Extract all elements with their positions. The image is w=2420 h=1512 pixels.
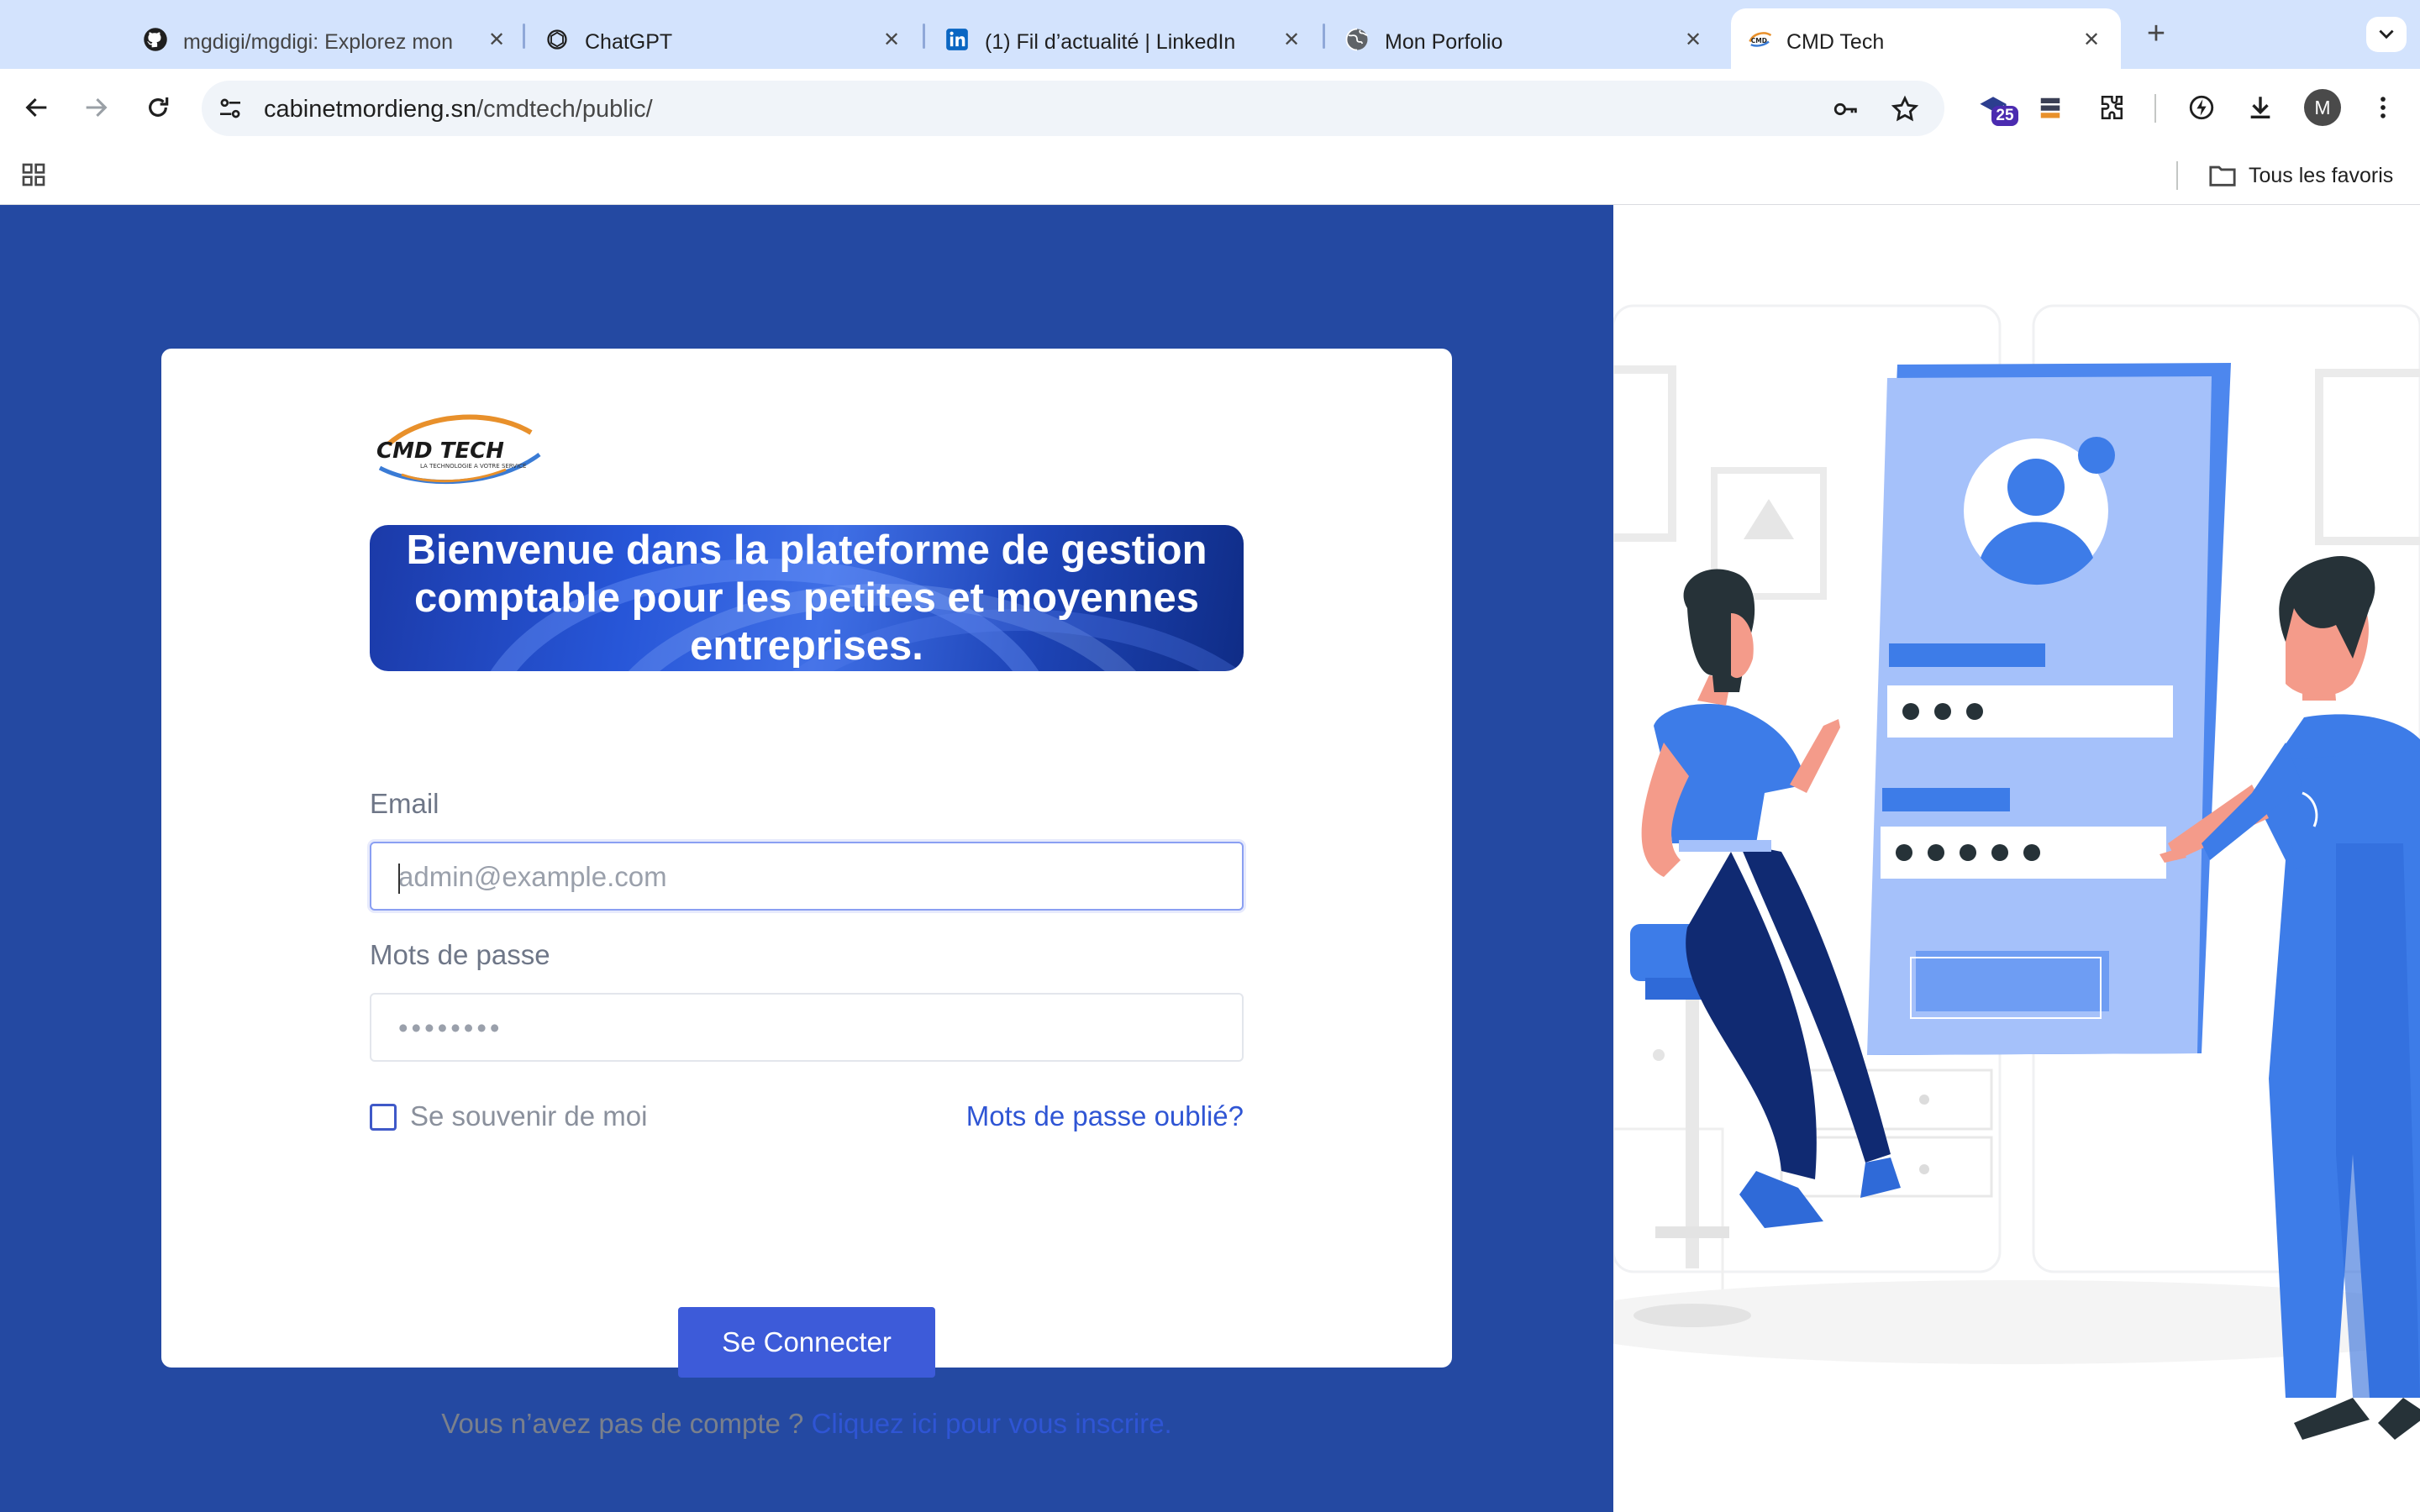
tab-title: mgdigi/mgdigi: Explorez mon: [183, 30, 453, 54]
profile-avatar[interactable]: M: [2304, 89, 2341, 126]
password-label: Mots de passe: [370, 939, 550, 970]
address-bar[interactable]: cabinetmordieng.sn/cmdtech/public/: [202, 81, 1944, 136]
cmd-tech-logo: CMD TECH LA TECHNOLOGIE A VOTRE SERVICE: [371, 409, 548, 490]
welcome-banner: Bienvenue dans la plateforme de gestion …: [370, 525, 1244, 671]
new-tab-button[interactable]: +: [2139, 17, 2173, 50]
all-bookmarks-label: Tous les favoris: [2249, 163, 2394, 187]
forgot-password-link[interactable]: Mots de passe oublié?: [966, 1100, 1244, 1132]
close-icon[interactable]: ✕: [2079, 27, 2104, 52]
tab-strip: mgdigi/mgdigi: Explorez mon ✕ ChatGPT ✕ …: [0, 0, 2420, 69]
close-icon[interactable]: ✕: [1279, 27, 1304, 52]
tab-linkedin[interactable]: (1) Fil d’actualité | LinkedIn ✕: [944, 8, 1304, 69]
github-icon: [143, 27, 168, 52]
download-icon[interactable]: [2240, 87, 2281, 128]
svg-text:LA TECHNOLOGIE A VOTRE SERVICE: LA TECHNOLOGIE A VOTRE SERVICE: [420, 463, 526, 470]
password-value: ••••••••: [398, 1012, 503, 1043]
chatgpt-icon: [544, 27, 570, 52]
tab-github[interactable]: mgdigi/mgdigi: Explorez mon ✕: [143, 8, 509, 69]
url-text[interactable]: cabinetmordieng.sn/cmdtech/public/: [264, 96, 653, 123]
bookmark-star-icon[interactable]: [1891, 95, 1919, 123]
email-label: Email: [370, 788, 439, 819]
email-field[interactable]: admin@example.com: [370, 842, 1244, 911]
svg-text:CMD: CMD: [1751, 37, 1767, 45]
tab-separator: [1323, 24, 1325, 49]
linkedin-icon: [944, 27, 970, 52]
tab-title: CMD Tech: [1786, 30, 1885, 54]
extension-graduation-icon[interactable]: 25: [1973, 87, 2018, 128]
kebab-menu-icon[interactable]: [2363, 87, 2403, 128]
tab-separator: [523, 24, 525, 49]
password-key-icon[interactable]: [1832, 95, 1860, 123]
login-button[interactable]: Se Connecter: [678, 1307, 935, 1378]
signup-link[interactable]: Cliquez ici pour vous inscrire.: [812, 1408, 1172, 1439]
extensions-puzzle-icon[interactable]: [2091, 87, 2131, 128]
tab-chatgpt[interactable]: ChatGPT ✕: [544, 8, 904, 69]
svg-text:CMD TECH: CMD TECH: [376, 438, 504, 464]
chevron-down-icon: [2379, 29, 2394, 39]
url-path: /cmdtech/public/: [476, 96, 653, 123]
performance-icon[interactable]: [2181, 87, 2222, 128]
tab-search-button[interactable]: [2366, 17, 2407, 52]
signup-prompt: Vous n’avez pas de compte ?: [441, 1408, 804, 1439]
arrow-left-icon: [25, 97, 47, 118]
all-bookmarks-button[interactable]: Tous les favoris: [2208, 160, 2393, 192]
password-field[interactable]: ••••••••: [370, 993, 1244, 1062]
close-icon[interactable]: ✕: [879, 27, 904, 52]
cmdtech-favicon: CMD: [1748, 27, 1773, 52]
close-icon[interactable]: ✕: [484, 27, 509, 52]
globe-icon: [1344, 27, 1370, 52]
browser-toolbar: cabinetmordieng.sn/cmdtech/public/ 25 M: [0, 69, 2420, 146]
reload-icon: [149, 97, 169, 117]
url-domain: cabinetmordieng.sn: [264, 96, 477, 123]
folder-icon: [2209, 165, 2236, 186]
site-settings-icon[interactable]: [217, 95, 244, 122]
page-content: CMD TECH LA TECHNOLOGIE A VOTRE SERVICE …: [0, 205, 2420, 1512]
bookmarks-divider: [2176, 161, 2178, 190]
remember-me-checkbox[interactable]: [370, 1104, 397, 1131]
extension-server-icon[interactable]: [2030, 87, 2070, 128]
back-button[interactable]: [17, 87, 57, 128]
tab-portfolio[interactable]: Mon Porfolio ✕: [1344, 8, 1706, 69]
email-placeholder: admin@example.com: [398, 861, 667, 892]
close-icon[interactable]: ✕: [1681, 27, 1706, 52]
login-panel: CMD TECH LA TECHNOLOGIE A VOTRE SERVICE …: [0, 205, 1613, 1512]
tab-title: ChatGPT: [585, 30, 673, 54]
tab-title: Mon Porfolio: [1385, 30, 1503, 54]
tab-separator: [923, 24, 925, 49]
extension-badge: 25: [1991, 106, 2018, 126]
tab-cmd-tech[interactable]: CMD CMD Tech ✕: [1731, 8, 2121, 69]
tab-title: (1) Fil d’actualité | LinkedIn: [985, 30, 1236, 54]
signup-line: Vous n’avez pas de compte ? Cliquez ici …: [161, 1408, 1452, 1440]
login-illustration: [1613, 205, 2420, 1512]
remember-me-label[interactable]: Se souvenir de moi: [410, 1100, 647, 1132]
bookmarks-bar: Tous les favoris: [0, 146, 2420, 205]
toolbar-divider: [2154, 94, 2156, 123]
forward-button[interactable]: [76, 87, 116, 128]
text-caret: [398, 864, 400, 894]
apps-grid-icon[interactable]: [20, 161, 47, 188]
arrow-right-icon: [86, 97, 108, 118]
welcome-heading: Bienvenue dans la plateforme de gestion …: [406, 527, 1207, 669]
login-card: CMD TECH LA TECHNOLOGIE A VOTRE SERVICE …: [161, 349, 1452, 1439]
reload-button[interactable]: [138, 87, 178, 128]
